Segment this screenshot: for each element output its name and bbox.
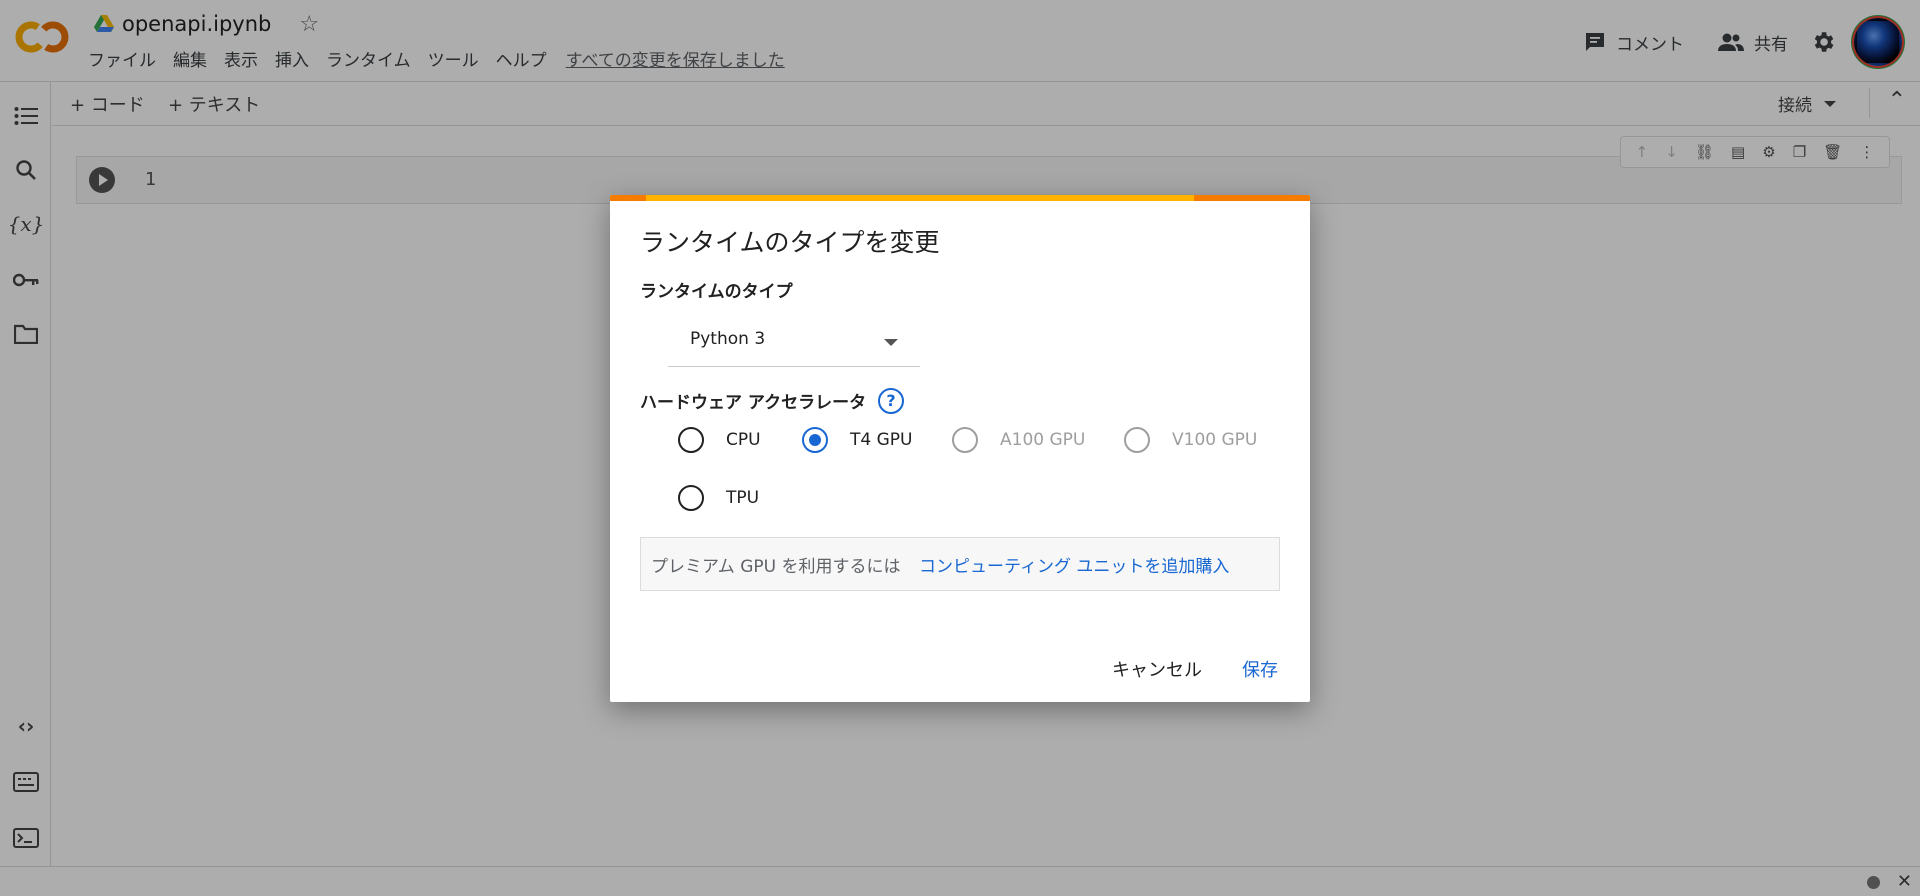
- radio-button[interactable]: [678, 427, 704, 453]
- radio-button-disabled: [952, 427, 978, 453]
- radio-label-a100-gpu: A100 GPU: [1000, 430, 1086, 450]
- radio-button-disabled: [1124, 427, 1150, 453]
- colab-app: openapi.ipynb ☆ ファイル 編集 表示 挿入 ランタイム ツール …: [0, 0, 1920, 896]
- hardware-accelerator-label: ハードウェア アクセラレータ: [640, 393, 867, 413]
- help-icon[interactable]: ?: [878, 388, 904, 414]
- radio-a100-gpu: A100 GPU: [952, 427, 1085, 453]
- radio-label-tpu: TPU: [726, 488, 760, 508]
- radio-label-t4-gpu: T4 GPU: [850, 430, 913, 450]
- premium-gpu-text: プレミアム GPU を利用するには: [651, 557, 901, 577]
- radio-label-cpu: CPU: [726, 430, 761, 450]
- radio-button-checked[interactable]: [802, 427, 828, 453]
- premium-gpu-notice: プレミアム GPU を利用するには コンピューティング ユニットを追加購入: [640, 537, 1280, 591]
- radio-tpu[interactable]: TPU: [678, 485, 759, 511]
- buy-compute-units-link[interactable]: コンピューティング ユニットを追加購入: [919, 552, 1229, 577]
- cancel-button[interactable]: キャンセル: [1112, 656, 1202, 682]
- radio-v100-gpu: V100 GPU: [1124, 427, 1257, 453]
- radio-cpu[interactable]: CPU: [678, 427, 761, 453]
- radio-label-v100-gpu: V100 GPU: [1172, 430, 1258, 450]
- change-runtime-dialog: ランタイムのタイプを変更 ランタイムのタイプ Python 3 ハードウェア ア…: [610, 195, 1310, 702]
- radio-t4-gpu[interactable]: T4 GPU: [802, 427, 912, 453]
- runtime-type-label: ランタイムのタイプ: [640, 282, 793, 302]
- radio-button[interactable]: [678, 485, 704, 511]
- dialog-title: ランタイムのタイプを変更: [640, 228, 940, 257]
- runtime-type-select[interactable]: Python 3: [668, 317, 920, 367]
- save-button[interactable]: 保存: [1242, 656, 1278, 682]
- dialog-accent-bar: [610, 195, 1310, 201]
- runtime-type-value: Python 3: [690, 329, 766, 349]
- dropdown-arrow-icon: [884, 339, 898, 346]
